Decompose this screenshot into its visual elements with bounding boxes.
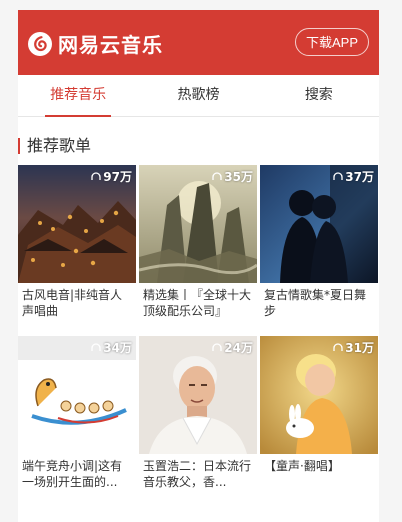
- playlist-title[interactable]: 古风电音|非纯音人声唱曲: [18, 287, 136, 319]
- netease-music-logo-icon: [28, 31, 52, 56]
- playlist-card[interactable]: 37万 复古情歌集*夏日舞步: [260, 165, 378, 319]
- tab-bar: 推荐音乐 热歌榜 搜索: [18, 75, 379, 117]
- playlist-cover[interactable]: 24万: [139, 336, 257, 454]
- section-title: 推荐歌单: [18, 136, 379, 156]
- playlist-card[interactable]: 35万 精选集丨『全球十大顶级配乐公司』: [139, 165, 257, 319]
- headphone-icon: [333, 172, 343, 180]
- headphone-icon: [212, 172, 222, 180]
- play-count: 31万: [333, 339, 374, 356]
- playlist-cover[interactable]: 97万: [18, 165, 136, 283]
- tab-recommend[interactable]: 推荐音乐: [18, 75, 138, 117]
- playlist-card[interactable]: 24万 玉置浩二：日本流行音乐教父，香...: [139, 336, 257, 490]
- playlist-card[interactable]: 34万 端午竞舟小调|这有一场别开生面的...: [18, 336, 136, 490]
- headphone-icon: [91, 343, 101, 351]
- playlist-title[interactable]: 复古情歌集*夏日舞步: [260, 287, 378, 319]
- playlist-card[interactable]: 97万 古风电音|非纯音人声唱曲: [18, 165, 136, 319]
- playlist-cover[interactable]: 37万: [260, 165, 378, 283]
- tab-search[interactable]: 搜索: [259, 75, 379, 116]
- playlist-title[interactable]: 【童声·翻唱】: [260, 458, 378, 490]
- playlist-cover[interactable]: 35万: [139, 165, 257, 283]
- playlist-cover[interactable]: 34万: [18, 336, 136, 454]
- play-count: 34万: [91, 339, 132, 356]
- play-count: 24万: [212, 339, 253, 356]
- playlist-title[interactable]: 端午竞舟小调|这有一场别开生面的...: [18, 458, 136, 490]
- headphone-icon: [91, 172, 101, 180]
- playlist-title[interactable]: 玉置浩二：日本流行音乐教父，香...: [139, 458, 257, 490]
- playlist-card[interactable]: 31万 【童声·翻唱】: [260, 336, 378, 490]
- headphone-icon: [333, 343, 343, 351]
- logo-text: 网易云音乐: [58, 33, 163, 57]
- play-count: 35万: [212, 168, 253, 185]
- logo[interactable]: 网易云音乐: [28, 29, 163, 58]
- headphone-icon: [212, 343, 222, 351]
- play-count: 37万: [333, 168, 374, 185]
- download-app-button[interactable]: 下载APP: [294, 28, 369, 56]
- playlist-title[interactable]: 精选集丨『全球十大顶级配乐公司』: [139, 287, 257, 319]
- play-count: 97万: [91, 168, 132, 185]
- tab-hot-songs[interactable]: 热歌榜: [138, 75, 258, 116]
- app-container: 网易云音乐 下载APP 推荐音乐 热歌榜 搜索 推荐歌单 97万 古风电音|非纯…: [18, 10, 379, 522]
- header: 网易云音乐 下载APP: [18, 10, 379, 75]
- playlist-cover[interactable]: 31万: [260, 336, 378, 454]
- playlist-grid: 97万 古风电音|非纯音人声唱曲 35万 精选集丨『全球十大顶级配乐公司』 37…: [18, 165, 379, 490]
